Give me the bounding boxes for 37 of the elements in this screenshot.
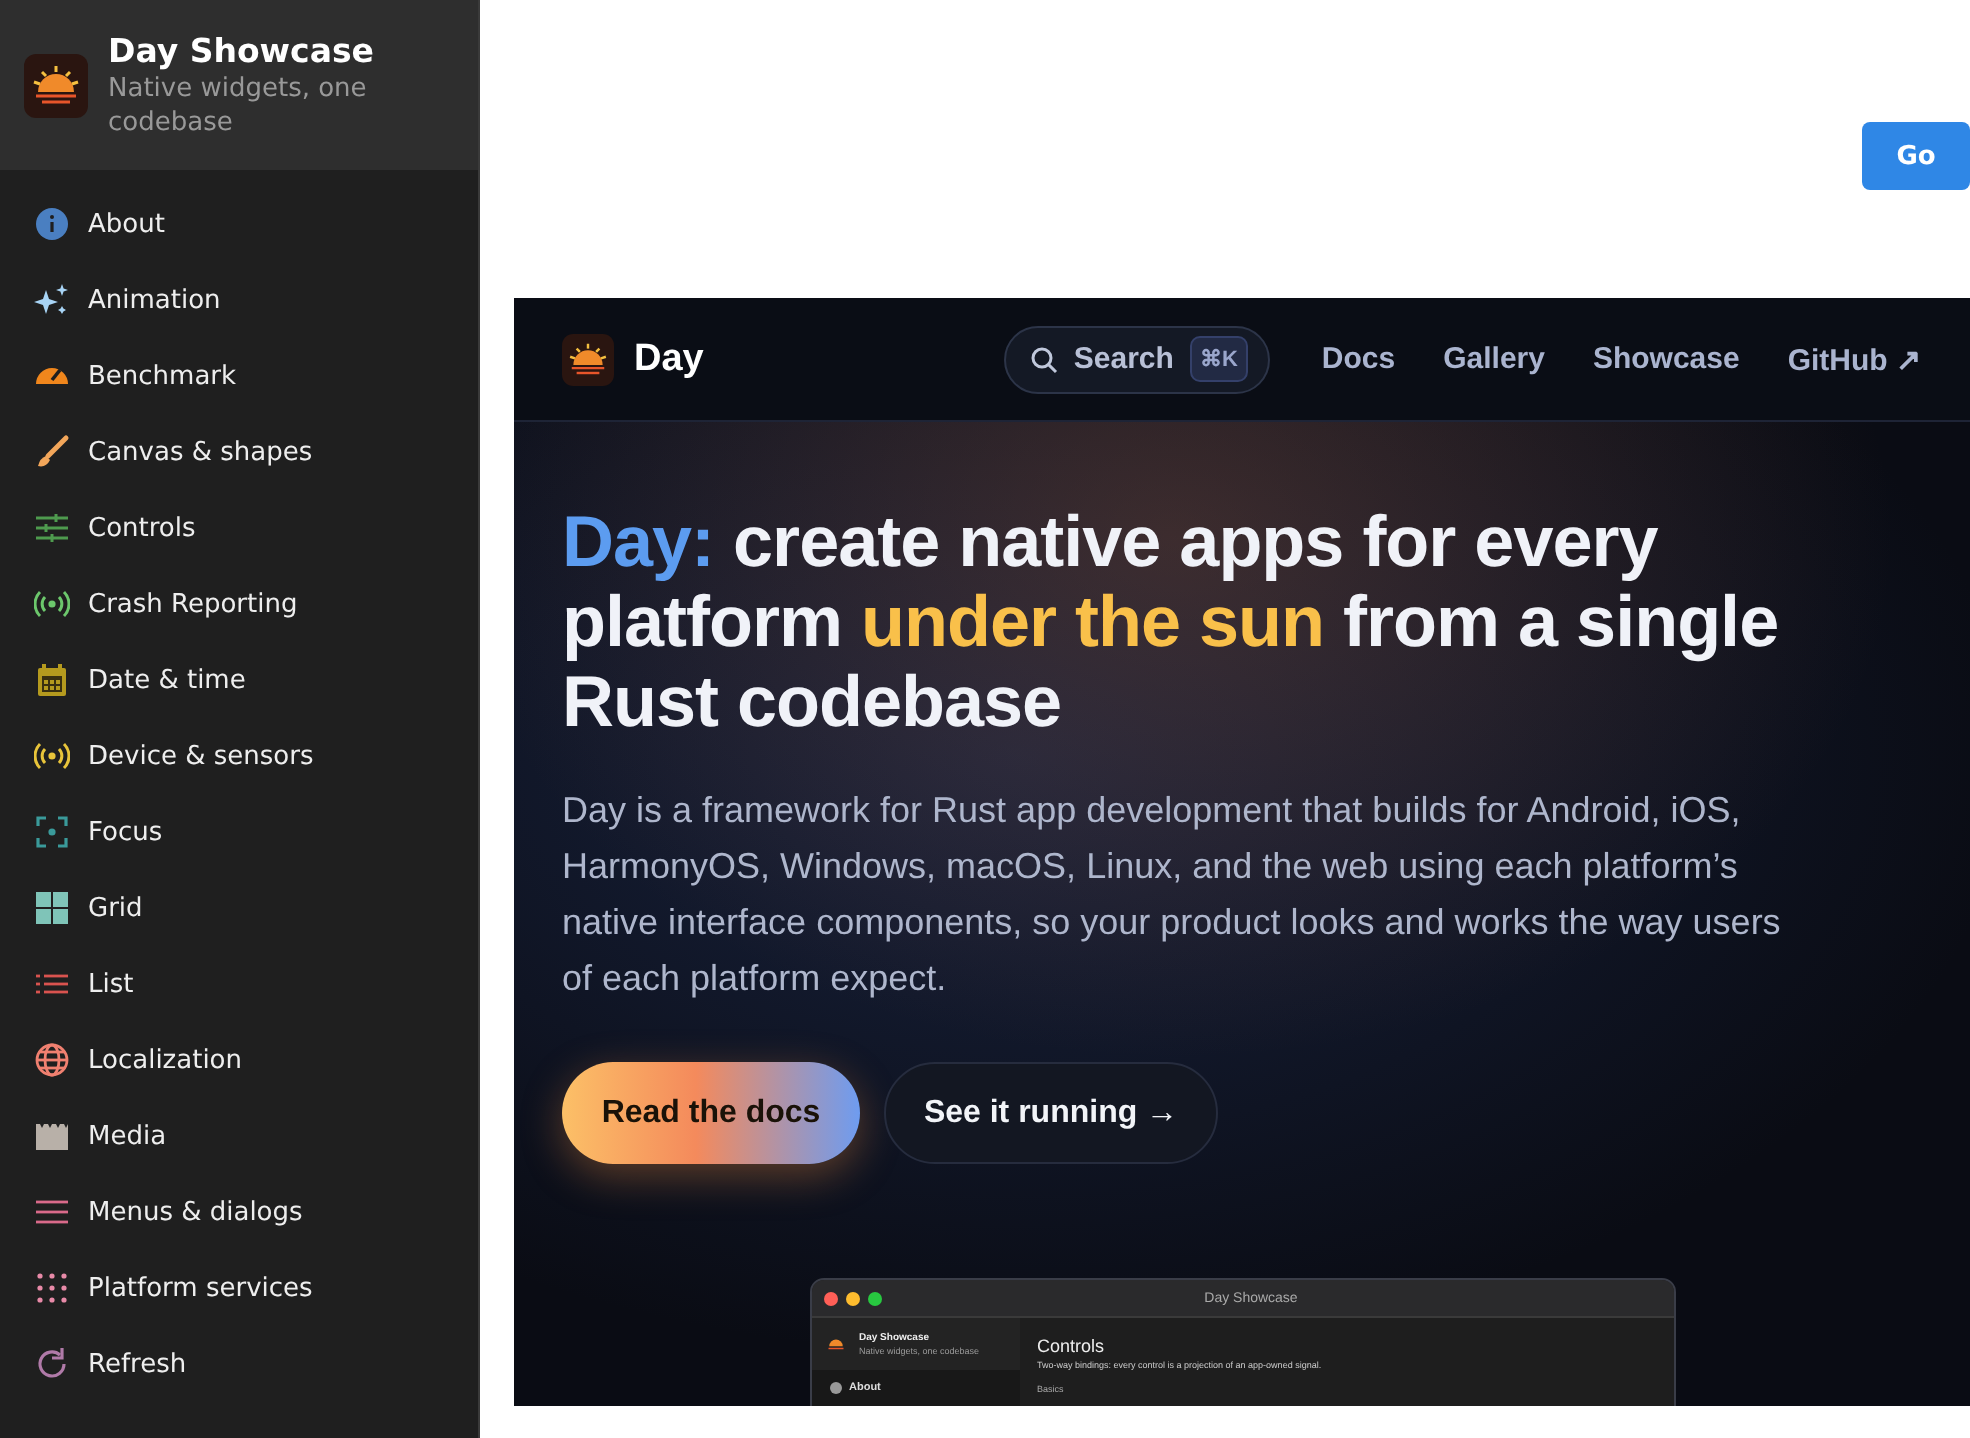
search-icon (1029, 345, 1058, 373)
hero-description: Day is a framework for Rust app development that builds for Android, iOS, HarmonyOS, Windows, macOS, Linux, and the web using each platform’s native interface components, so your product looks and works the way users of each platform expect. (562, 788, 1783, 1002)
nav-link[interactable]: Gallery (1443, 342, 1545, 376)
brand-name[interactable]: Day (634, 337, 704, 381)
sidebar-item[interactable]: Localization (0, 1022, 478, 1098)
sidebar-item[interactable]: Menus & dialogs (0, 1174, 478, 1250)
sidebar-item[interactable]: Focus (0, 794, 478, 870)
sidebar-item[interactable]: Device & sensors (0, 718, 478, 794)
app-title: Day Showcase (108, 31, 376, 71)
sunset-logo-icon (562, 333, 614, 385)
hero-headline: Day: create native apps for every platform under the sun from a single Rust codebase (562, 502, 1781, 742)
minimize-dot-icon (845, 1291, 859, 1305)
sidebar-item[interactable]: Animation (0, 262, 478, 338)
close-dot-icon (823, 1291, 837, 1305)
sidebar-item[interactable]: Date & time (0, 642, 478, 718)
nav-link[interactable]: Docs (1321, 342, 1396, 376)
page-heading: Controls (1037, 1334, 1107, 1358)
read-docs-button[interactable]: Read the docs (562, 1062, 860, 1164)
sidebar-item[interactable]: Benchmark (0, 338, 478, 414)
sidebar-item[interactable]: Crash Reporting (0, 566, 478, 642)
nav-link[interactable]: Showcase (1592, 342, 1740, 376)
sidebar-item[interactable]: Refresh (0, 1326, 478, 1402)
sunset-logo-icon (24, 53, 88, 117)
search-button[interactable]: Search ⌘K (1003, 325, 1270, 393)
go-button[interactable]: Go (1862, 122, 1970, 190)
sidebar-item[interactable]: Controls (0, 490, 478, 566)
see-running-button[interactable]: See it running → (884, 1062, 1218, 1164)
nav-link[interactable]: GitHub ↗ (1787, 341, 1922, 377)
sidebar-item[interactable]: List (0, 946, 478, 1022)
sidebar-item[interactable]: About (0, 186, 478, 262)
sidebar-item[interactable]: Platform services (0, 1250, 478, 1326)
shortcut-key: ⌘K (1189, 336, 1248, 382)
sidebar-item[interactable]: Grid (0, 870, 478, 946)
zoom-dot-icon (867, 1291, 881, 1305)
sidebar-item[interactable]: Media (0, 1098, 478, 1174)
sidebar-item[interactable]: Canvas & shapes (0, 414, 478, 490)
app-subtitle: Native widgets, one codebase (108, 71, 369, 139)
